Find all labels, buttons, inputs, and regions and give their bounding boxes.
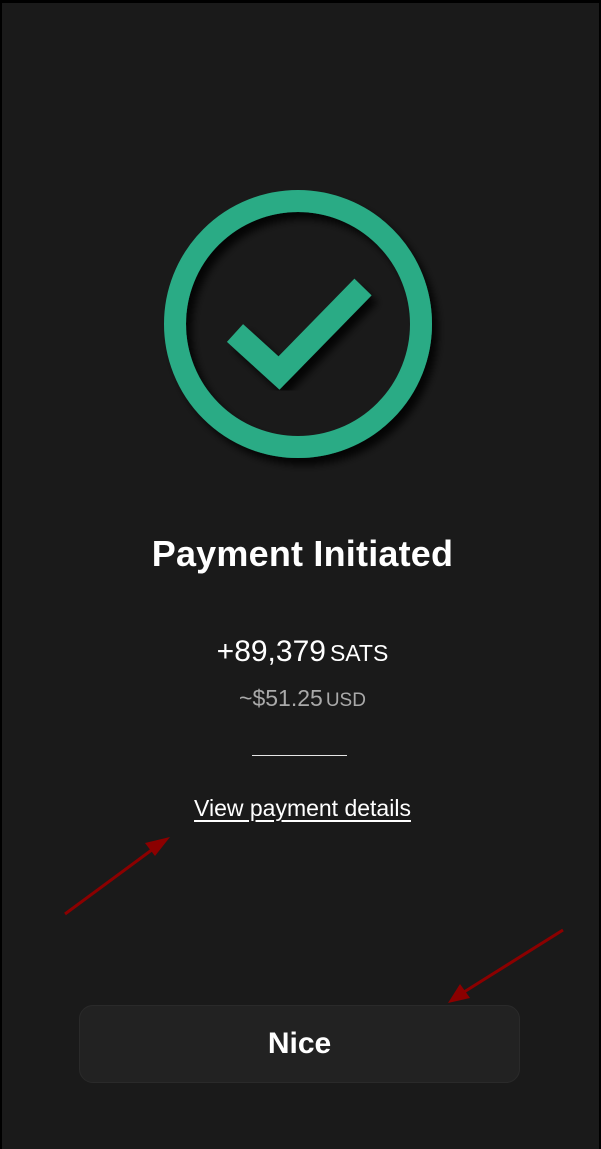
arrow-to-details-link-icon [64, 837, 170, 916]
arrow-to-nice-button-icon [448, 928, 564, 1003]
page-title: Payment Initiated [151, 533, 454, 574]
annotation-arrows [64, 837, 564, 1003]
fiat-amount-value: ~$51.25 [239, 685, 323, 711]
sats-unit-label: SATS [329, 640, 389, 666]
view-payment-details-link[interactable]: View payment details [2, 795, 601, 822]
sats-amount: +89,379 SATS [2, 635, 601, 669]
fiat-unit-label: USD [325, 690, 366, 711]
fiat-amount: ~$51.25 USD [2, 685, 601, 712]
sats-amount-value: +89,379 [216, 635, 326, 668]
check-circle-icon [164, 190, 432, 458]
nice-button[interactable]: Nice [79, 1005, 520, 1083]
divider [252, 755, 347, 756]
payment-success-screen: Payment Initiated +89,379 SATS ~$51.25 USD… [0, 0, 601, 1149]
